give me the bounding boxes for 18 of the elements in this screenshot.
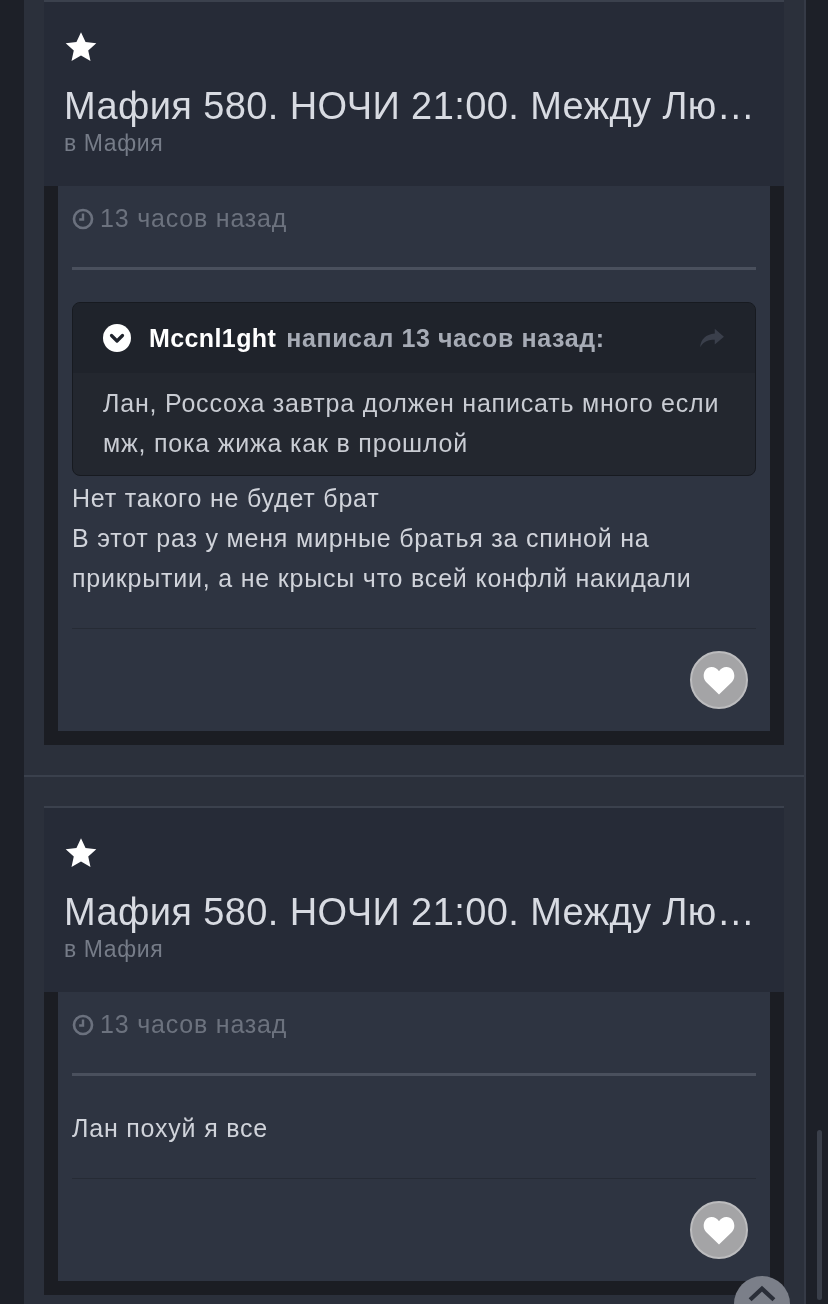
heart-icon xyxy=(702,1214,736,1246)
clock-icon xyxy=(72,207,94,230)
post-title[interactable]: Мафия 580. НОЧИ 21:00. Между Лю… xyxy=(64,890,764,934)
post-text: В этот раз у меня мирные братья за спиной на прикрытии, а не крысы что всей конфлй накидали xyxy=(72,523,693,594)
quote-author[interactable]: Mccnl1ght xyxy=(149,323,277,353)
post-text: Нет такого не будет брат xyxy=(72,483,381,514)
quote-meta: написал 13 часов назад: xyxy=(286,323,606,353)
heart-icon xyxy=(702,664,736,696)
post-time: 13 часов назад xyxy=(100,1010,288,1039)
like-button[interactable] xyxy=(690,1201,748,1259)
quote-text: Лан, Россоха завтра должен написать много если мж, пока жижа как в прошлой xyxy=(102,388,721,459)
clock-icon xyxy=(72,1013,94,1036)
chevron-down-icon[interactable] xyxy=(103,324,131,352)
post-time: 13 часов назад xyxy=(100,204,288,233)
scrollbar[interactable] xyxy=(817,1130,822,1300)
post-text: Лан похуй я все xyxy=(72,1113,270,1144)
post-title[interactable]: Мафия 580. НОЧИ 21:00. Между Лю… xyxy=(64,84,764,128)
like-button[interactable] xyxy=(690,651,748,709)
